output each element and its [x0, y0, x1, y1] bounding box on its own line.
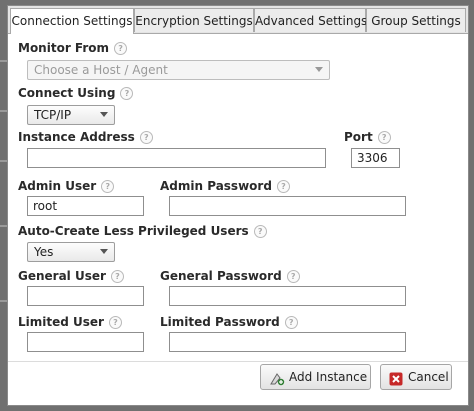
- limited-password-text: Limited Password: [160, 315, 280, 329]
- limited-user-label: Limited User?: [18, 315, 122, 329]
- admin-password-label: Admin Password?: [160, 179, 290, 193]
- general-password-text: General Password: [160, 269, 282, 283]
- port-label: Port?: [344, 130, 391, 144]
- tab-bar: Connection Settings Encryption Settings …: [8, 6, 468, 34]
- help-icon[interactable]: ?: [139, 131, 153, 144]
- help-icon[interactable]: ?: [114, 42, 128, 55]
- general-password-input[interactable]: [169, 286, 406, 306]
- admin-user-label: Admin User?: [18, 179, 115, 193]
- help-icon[interactable]: ?: [276, 180, 290, 193]
- admin-password-input[interactable]: [169, 196, 406, 216]
- help-icon[interactable]: ?: [284, 316, 298, 329]
- tab-encryption-settings[interactable]: Encryption Settings: [134, 8, 254, 32]
- monitor-from-select[interactable]: Choose a Host / Agent: [27, 60, 330, 80]
- cancel-button[interactable]: Cancel: [380, 364, 452, 390]
- footer-divider: [8, 361, 468, 362]
- add-instance-label: Add Instance: [289, 370, 368, 384]
- general-user-input[interactable]: [27, 286, 144, 306]
- connect-using-select[interactable]: TCP/IP: [27, 105, 115, 125]
- tab-group-settings[interactable]: Group Settings: [366, 8, 466, 32]
- admin-user-input[interactable]: root: [27, 196, 144, 216]
- connect-using-text: Connect Using: [18, 86, 116, 100]
- help-icon[interactable]: ?: [101, 180, 115, 193]
- connect-using-label: Connect Using?: [18, 86, 134, 100]
- instance-address-input[interactable]: [27, 148, 326, 168]
- help-icon[interactable]: ?: [120, 87, 134, 100]
- general-password-label: General Password?: [160, 269, 300, 283]
- limited-user-text: Limited User: [18, 315, 104, 329]
- port-text: Port: [344, 130, 373, 144]
- monitor-from-label: Monitor From?: [18, 41, 128, 55]
- auto-create-label: Auto-Create Less Privileged Users?: [18, 224, 267, 238]
- monitor-from-placeholder: Choose a Host / Agent: [34, 63, 168, 77]
- instance-address-label: Instance Address?: [18, 130, 153, 144]
- auto-create-select[interactable]: Yes: [27, 242, 115, 262]
- general-user-label: General User?: [18, 269, 124, 283]
- admin-password-text: Admin Password: [160, 179, 272, 193]
- auto-create-text: Auto-Create Less Privileged Users: [18, 224, 249, 238]
- help-icon[interactable]: ?: [377, 131, 391, 144]
- help-icon[interactable]: ?: [253, 225, 267, 238]
- monitor-from-text: Monitor From: [18, 41, 110, 55]
- limited-password-label: Limited Password?: [160, 315, 298, 329]
- cancel-label: Cancel: [408, 370, 449, 384]
- limited-password-input[interactable]: [169, 332, 406, 352]
- help-icon[interactable]: ?: [286, 270, 300, 283]
- chevron-down-icon: [315, 67, 323, 72]
- add-instance-dialog: Connection Settings Encryption Settings …: [7, 5, 469, 406]
- limited-user-input[interactable]: [27, 332, 144, 352]
- general-user-text: General User: [18, 269, 106, 283]
- add-instance-icon: [269, 370, 285, 394]
- instance-address-text: Instance Address: [18, 130, 135, 144]
- help-icon[interactable]: ?: [110, 270, 124, 283]
- connect-using-value: TCP/IP: [34, 108, 72, 122]
- chevron-down-icon: [100, 112, 108, 117]
- help-icon[interactable]: ?: [108, 316, 122, 329]
- add-instance-button[interactable]: Add Instance: [260, 364, 371, 390]
- tab-advanced-settings[interactable]: Advanced Settings: [254, 8, 367, 32]
- cancel-icon: [389, 370, 403, 394]
- auto-create-value: Yes: [34, 245, 54, 259]
- tab-connection-settings[interactable]: Connection Settings: [10, 8, 134, 34]
- port-input[interactable]: 3306: [351, 148, 400, 168]
- chevron-down-icon: [100, 249, 108, 254]
- admin-user-text: Admin User: [18, 179, 97, 193]
